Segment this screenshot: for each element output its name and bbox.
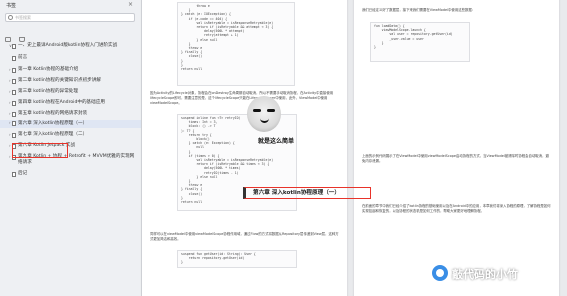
code-block: suspend fun getUser(id: String): User { …	[177, 250, 297, 268]
watermark-text: 敲代码的小竹	[452, 268, 518, 281]
toc-item[interactable]: 前言	[0, 55, 141, 61]
chevron-right-icon[interactable]: ›	[9, 132, 11, 138]
toc-item-active[interactable]: › 第六章 深入kotlin协程原理（一）	[0, 120, 141, 128]
toc-item[interactable]: › 第七章 深入kotlin协程原理（二）	[0, 132, 141, 138]
toc-item[interactable]: 后记	[0, 171, 141, 177]
paragraph: 上面的示例代码展示了在ViewModel中使用viewModelScope启动协…	[362, 154, 549, 163]
toc-item-label: 第四章 kotlin协程在Android中的基础应用	[18, 100, 105, 105]
mouth-icon	[260, 118, 269, 123]
eye-icon	[253, 109, 261, 112]
document-icon	[12, 79, 16, 84]
toc-item[interactable]: › 第五章 kotlin协程的网络请求封装	[0, 111, 141, 117]
document-view[interactable]: throw e } } catch (e: IOException) { if …	[142, 0, 567, 296]
toc-item-label: 第二章 kotlin协程的关键知识点初步讲解	[18, 78, 101, 83]
code-block: throw e } } catch (e: IOException) { if …	[177, 2, 295, 86]
chevron-right-icon[interactable]: ›	[9, 154, 11, 160]
chevron-right-icon[interactable]: ›	[9, 111, 11, 117]
search-input[interactable]	[15, 14, 130, 21]
pdf-page-left: throw e } } catch (e: IOException) { if …	[142, 0, 347, 296]
pdf-page-right: 我们已经定义好了数据层，接下来我们需要在ViewModel中使用这些数据： fu…	[354, 0, 559, 296]
chevron-right-icon[interactable]: ›	[9, 120, 11, 126]
toc-item[interactable]: › 第三章 kotlin协程的异常处理	[0, 89, 141, 95]
toc-item-label: 第一章 Kotlin协程的基础介绍	[18, 67, 79, 72]
toc-item-label: 前言	[18, 55, 28, 60]
close-icon[interactable]: ×	[128, 1, 133, 8]
toc-item-label: 第七章 深入kotlin协程原理（二）	[18, 132, 88, 137]
eye-icon	[267, 109, 275, 112]
document-icon	[12, 112, 16, 117]
bookmark-sidebar: 书签 × ∨ 一、史上最详Android版kotlin协程入门进阶实战 前言 ›	[0, 0, 142, 296]
sidebar-title: 书签	[6, 3, 17, 9]
document-icon	[12, 44, 16, 49]
toc-item[interactable]: › 第四章 kotlin协程在Android中的基础应用	[0, 100, 141, 106]
document-icon	[12, 56, 16, 61]
chevron-right-icon[interactable]: ›	[9, 78, 11, 84]
meme-face-icon	[247, 96, 281, 132]
toc-item-label: 一、史上最详Android版kotlin协程入门进阶实战	[18, 43, 118, 48]
toc-item-label: 第六章 深入kotlin协程原理（一）	[18, 121, 88, 126]
selection-highlight	[12, 143, 68, 158]
toc-item[interactable]: ∨ 一、史上最详Android版kotlin协程入门进阶实战	[0, 43, 141, 49]
bookmark-search[interactable]	[5, 13, 135, 22]
paragraph: 在前面的章节中我们已经介绍了kotlin协程的基础使用以及在Android中的应…	[362, 204, 551, 213]
toc-item-label: 第五章 kotlin协程的网络请求封装	[18, 111, 88, 116]
chevron-right-icon[interactable]: ›	[9, 67, 11, 73]
search-icon	[8, 15, 13, 20]
pdf-reader-window: 书签 × ∨ 一、史上最详Android版kotlin协程入门进阶实战 前言 ›	[0, 0, 567, 296]
meme-caption: 就是这么简单	[258, 138, 295, 145]
toc-item-label: 后记	[18, 171, 28, 176]
chevron-right-icon[interactable]: ›	[9, 143, 11, 149]
paragraph: 我们已经定义好了数据层，接下来我们需要在ViewModel中使用这些数据：	[362, 8, 476, 12]
document-icon	[12, 172, 16, 177]
document-icon	[12, 133, 16, 138]
wechat-logo-icon	[432, 265, 448, 281]
paragraph: 同样可以在viewModel中使用viewModelScope协程作用域，通过F…	[150, 232, 339, 241]
chevron-right-icon[interactable]: ›	[9, 100, 11, 106]
toc-item[interactable]: › 第二章 kotlin协程的关键知识点初步讲解	[0, 78, 141, 84]
code-block: fun loadData() { viewModelScope.launch {…	[370, 22, 470, 62]
document-icon	[12, 101, 16, 106]
toc-item[interactable]: › 第一章 Kotlin协程的基础介绍	[0, 67, 141, 73]
document-icon	[12, 90, 16, 95]
chevron-right-icon[interactable]: ›	[9, 89, 11, 95]
meme-image	[239, 94, 289, 138]
document-icon	[12, 68, 16, 73]
toc-item-label: 第三章 kotlin协程的异常处理	[18, 89, 78, 94]
chapter-heading: 第六章 深入kotlin协程原理（一）	[243, 187, 371, 199]
toc-toolbar	[5, 27, 28, 42]
document-icon	[12, 121, 16, 126]
